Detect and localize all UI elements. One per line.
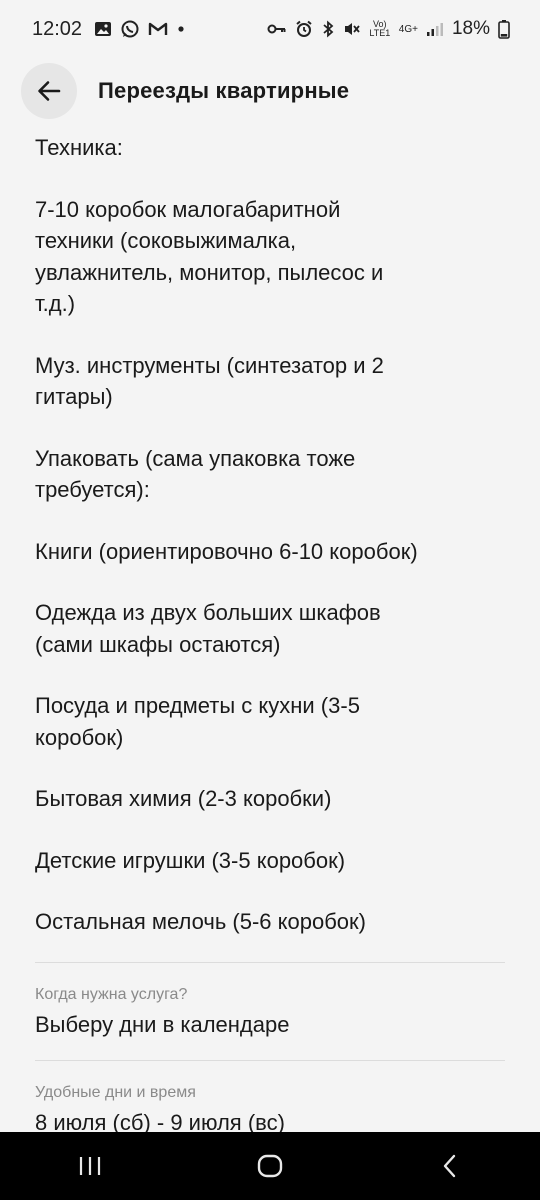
detail-item: Посуда и предметы с кухни (3-5 коробок) xyxy=(35,693,360,750)
detail-item: Остальная мелочь (5-6 коробок) xyxy=(35,909,366,934)
dot-icon xyxy=(176,24,186,34)
detail-item: Одежда из двух больших шкафов (сами шкаф… xyxy=(35,600,381,657)
status-left: 12:02 xyxy=(32,18,186,41)
service-date-field: Когда нужна услуга? Выберу дни в календа… xyxy=(35,963,505,1060)
page-title: Переезды квартирные xyxy=(98,78,350,103)
detail-item: Техника: xyxy=(35,135,123,160)
app-header: Переезды квартирные xyxy=(0,60,540,124)
detail-item: Упаковать (сама упаковка тоже требуется)… xyxy=(35,445,356,503)
alarm-icon xyxy=(295,20,313,38)
status-right: Vo) LTE1 4G+ 18% xyxy=(267,18,510,40)
recent-apps-icon xyxy=(79,1157,101,1175)
order-details[interactable]: Техника: 7-10 коробок малогабаритной тех… xyxy=(35,132,505,1138)
detail-item: 7-10 коробок малогабаритной техники (сок… xyxy=(35,196,384,317)
detail-item: Детские игрушки (3-5 коробок) xyxy=(35,847,346,873)
field-value: Выберу дни в календаре xyxy=(35,1011,290,1037)
nav-back-button[interactable] xyxy=(420,1136,480,1196)
back-icon xyxy=(443,1154,456,1178)
battery-level: 18% xyxy=(451,18,490,39)
detail-item: Бытовая химия (2-3 коробки) xyxy=(35,786,332,811)
bluetooth-icon xyxy=(321,20,335,38)
arrow-left-icon xyxy=(38,81,61,101)
home-icon xyxy=(257,1154,283,1178)
navigation-bar xyxy=(0,1132,540,1200)
gallery-icon xyxy=(94,20,112,38)
back-button[interactable] xyxy=(21,63,77,119)
detail-item: Муз. инструменты (синтезатор и 2 гитары) xyxy=(35,352,384,410)
gmail-icon xyxy=(148,21,168,37)
recent-apps-button[interactable] xyxy=(60,1136,120,1196)
status-bar: 12:02 Vo) LTE1 4G+ 18% xyxy=(0,0,540,58)
status-time: 12:02 xyxy=(32,17,83,40)
preferred-days-field: Удобные дни и время 8 июля (сб) - 9 июля… xyxy=(35,1061,505,1138)
detail-item: Книги (ориентировочно 6-10 коробок) xyxy=(35,538,418,564)
network-label: 4G+ xyxy=(398,23,418,35)
field-label: Удобные дни и время xyxy=(35,1083,196,1101)
mute-icon xyxy=(343,20,361,38)
whatsapp-icon xyxy=(120,19,140,39)
volte-label: Vo) LTE1 xyxy=(369,19,391,38)
battery-icon xyxy=(498,19,510,39)
key-icon xyxy=(267,22,287,36)
home-button[interactable] xyxy=(240,1136,300,1196)
field-label: Когда нужна услуга? xyxy=(35,985,188,1003)
signal-icon xyxy=(426,21,444,37)
